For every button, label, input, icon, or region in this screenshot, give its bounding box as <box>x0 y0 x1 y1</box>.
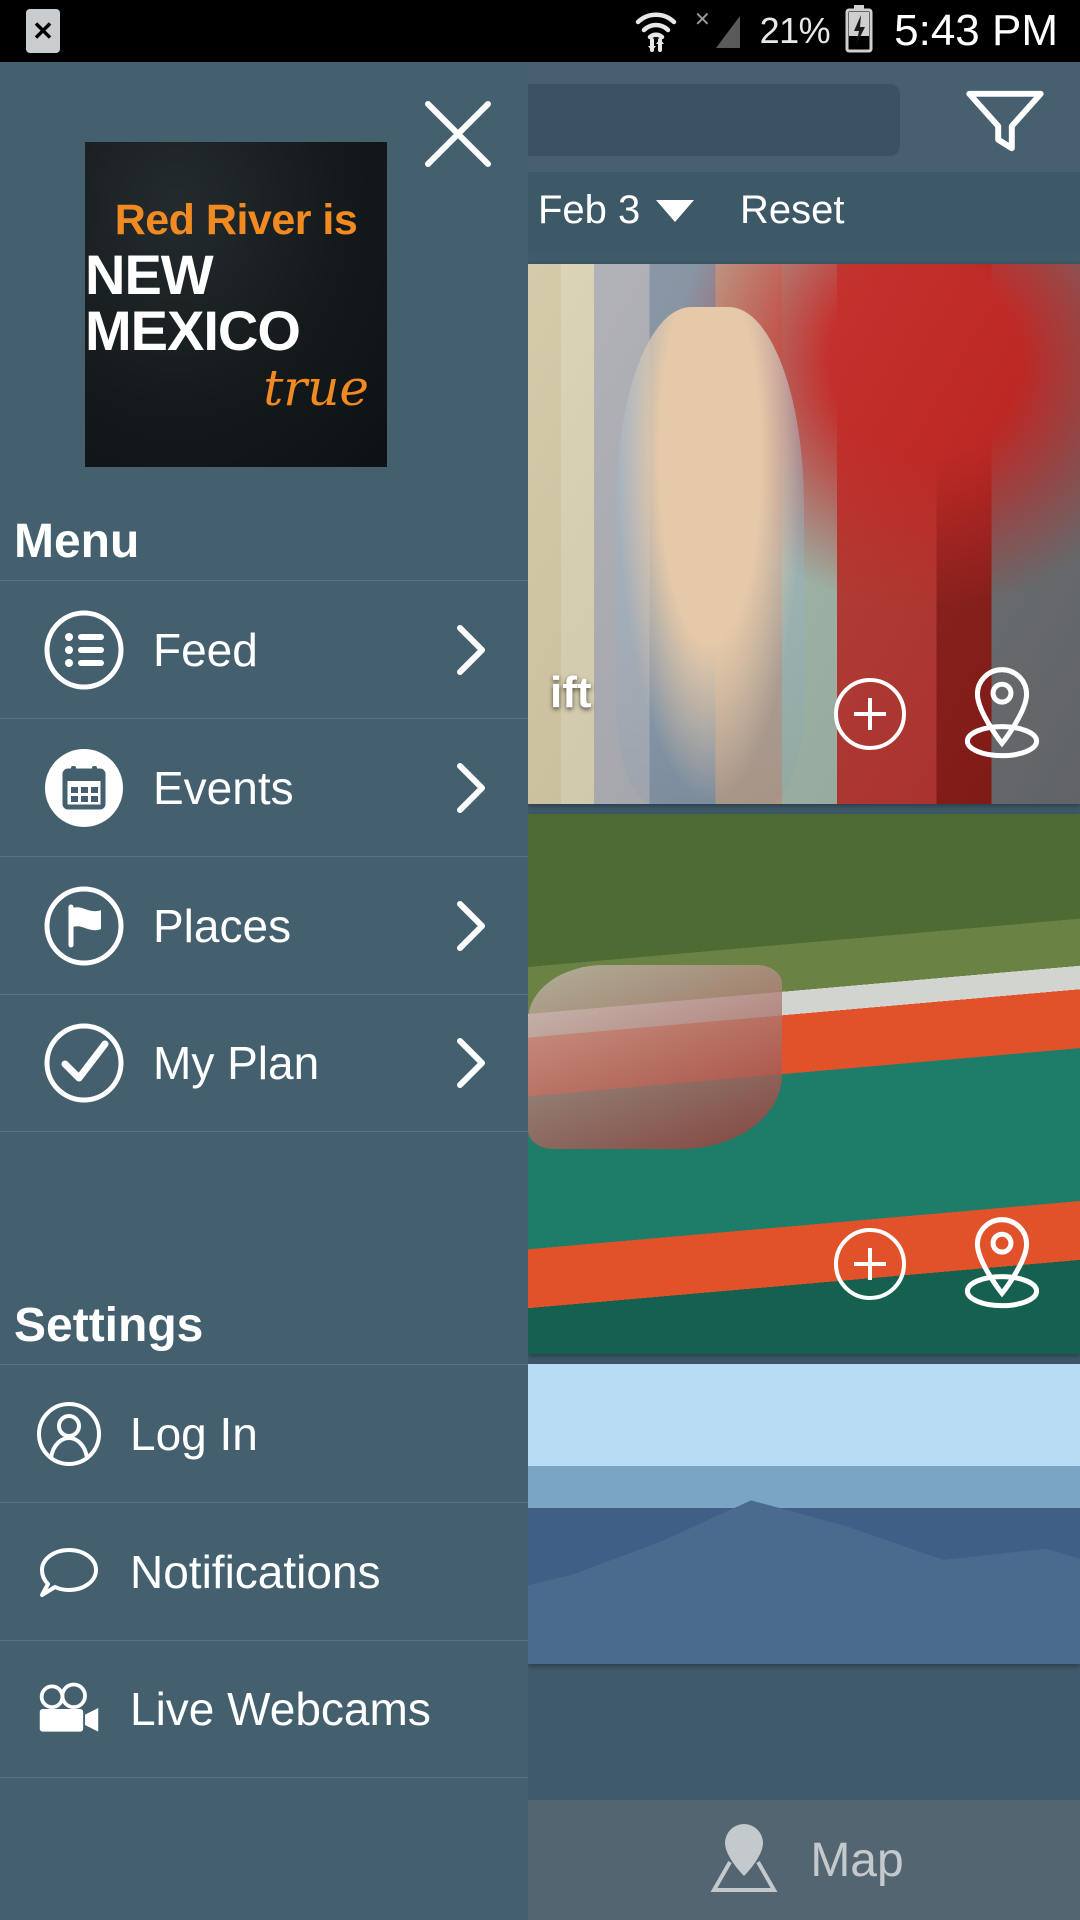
navigation-drawer: Red River is NEW MEXICO true Menu Feed E… <box>0 62 528 1920</box>
chevron-right-icon <box>454 760 488 816</box>
wifi-icon <box>634 6 678 57</box>
feed-card[interactable] <box>528 1364 1080 1664</box>
sidebar-item-label: Live Webcams <box>130 1683 431 1735</box>
sidebar-item-live-webcams[interactable]: Live Webcams <box>0 1640 528 1778</box>
clock-label: 5:43 PM <box>894 6 1058 55</box>
battery-percent-label: 21% <box>759 10 831 51</box>
map-pin-icon[interactable] <box>960 663 1044 764</box>
card-caption: ift <box>550 668 592 717</box>
sidebar-item-notifications[interactable]: Notifications <box>0 1502 528 1640</box>
menu-section-title: Menu <box>14 515 140 568</box>
logo-line-1: Red River is <box>114 196 358 244</box>
search-input[interactable] <box>505 84 900 156</box>
logo-line-2: NEW MEXICO <box>85 243 301 362</box>
logo-line-3: true <box>263 359 369 417</box>
sidebar-item-events[interactable]: Events <box>0 718 528 856</box>
settings-section-title: Settings <box>14 1299 204 1352</box>
card-actions <box>834 1213 1044 1314</box>
list-circle-icon <box>43 609 125 691</box>
status-bar: ✕ ✕ 21% 5:43 PM <box>0 0 1080 62</box>
app-screen: Feb 3 Reset ift Map ✕ ✕ 21% 5:43 PM Red … <box>0 0 1080 1920</box>
sidebar-item-label: Notifications <box>130 1545 381 1598</box>
map-bottom-bar[interactable]: Map <box>528 1800 1080 1920</box>
sd-card-error-icon: ✕ <box>26 9 60 53</box>
reset-button[interactable]: Reset <box>740 188 845 233</box>
sidebar-item-label: Places <box>153 899 292 952</box>
sidebar-item-feed[interactable]: Feed <box>0 580 528 718</box>
sidebar-item-label: My Plan <box>153 1037 320 1089</box>
user-circle-icon <box>36 1401 102 1467</box>
map-bar-label: Map <box>810 1833 904 1887</box>
date-selector[interactable]: Feb 3 <box>538 188 695 233</box>
chevron-right-icon <box>454 622 488 678</box>
feed-card[interactable] <box>528 814 1080 1354</box>
sidebar-item-label: Feed <box>153 623 258 676</box>
movie-camera-icon <box>36 1676 102 1742</box>
cellular-signal-icon: ✕ <box>692 6 746 57</box>
sidebar-item-my-plan[interactable]: My Plan <box>0 994 528 1132</box>
calendar-circle-icon <box>43 747 125 829</box>
app-logo: Red River is NEW MEXICO true <box>85 142 387 467</box>
card-photo <box>528 1364 1080 1664</box>
settings-list: Log In Notifications Live Webcams <box>0 1364 528 1778</box>
sidebar-item-label: Events <box>153 761 294 814</box>
sidebar-item-log-in[interactable]: Log In <box>0 1364 528 1502</box>
close-icon[interactable] <box>416 92 500 176</box>
status-bar-left: ✕ <box>0 9 60 53</box>
menu-list: Feed Events Places My Plan <box>0 580 528 1132</box>
caret-down-icon <box>656 199 695 222</box>
plus-circle-icon[interactable] <box>834 677 906 750</box>
flag-circle-icon <box>43 885 125 967</box>
svg-text:✕: ✕ <box>694 9 711 31</box>
speech-bubble-icon <box>36 1539 102 1605</box>
feed-card[interactable]: ift <box>528 264 1080 804</box>
card-actions <box>834 663 1044 764</box>
sidebar-item-places[interactable]: Places <box>0 856 528 994</box>
filter-funnel-icon[interactable] <box>960 87 1050 155</box>
status-bar-right: ✕ 21% 5:43 PM <box>634 4 1080 58</box>
map-pin-location-icon <box>704 1820 784 1901</box>
sidebar-item-label: Log In <box>130 1407 258 1460</box>
map-pin-icon[interactable] <box>960 1213 1044 1314</box>
date-selector-label: Feb 3 <box>538 188 641 232</box>
chevron-right-icon <box>454 1035 488 1091</box>
check-circle-icon <box>43 1022 125 1104</box>
battery-charging-icon <box>844 4 874 58</box>
chevron-right-icon <box>454 898 488 954</box>
plus-circle-icon[interactable] <box>834 1227 906 1300</box>
